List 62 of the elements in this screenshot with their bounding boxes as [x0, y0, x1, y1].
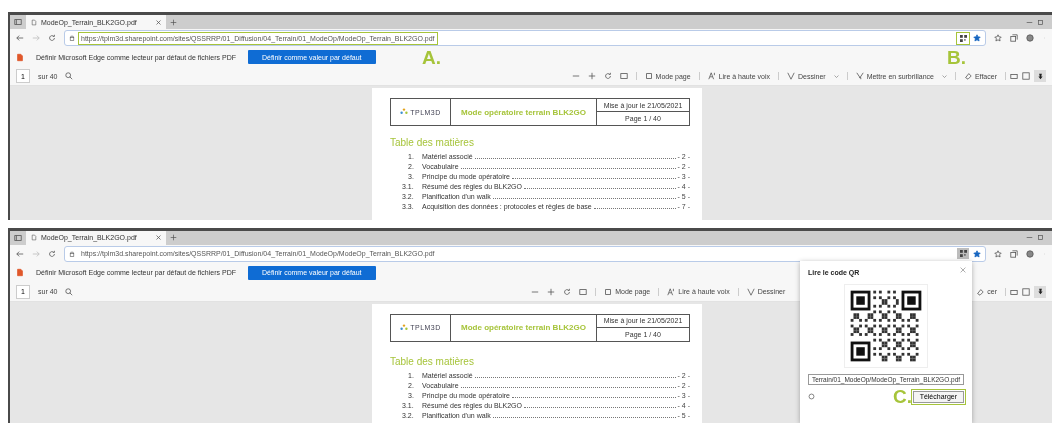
document-title: Mode opératoire terrain BLK2GO — [461, 107, 586, 117]
close-icon[interactable] — [156, 19, 161, 25]
document-title: Mode opératoire terrain BLK2GO — [461, 323, 586, 333]
favorites-icon[interactable] — [994, 249, 1002, 258]
caret-icon[interactable] — [941, 73, 947, 79]
fit-page-icon[interactable] — [619, 72, 628, 80]
profile-icon[interactable] — [1026, 249, 1034, 258]
logo-mark-icon — [400, 108, 409, 116]
eraser-icon[interactable] — [976, 287, 985, 296]
page-icon[interactable] — [31, 234, 37, 242]
annotation-label: B. — [947, 48, 966, 67]
pdf-file-icon[interactable] — [16, 52, 24, 62]
page-icon[interactable] — [31, 18, 37, 26]
tab-actions-icon[interactable] — [14, 233, 22, 242]
restore-icon[interactable] — [1037, 234, 1044, 242]
pdf-file-icon[interactable] — [16, 268, 24, 278]
qr-code-button[interactable] — [957, 32, 969, 44]
new-tab-icon[interactable] — [170, 234, 177, 242]
close-icon[interactable] — [156, 235, 161, 241]
new-tab-icon[interactable] — [170, 18, 177, 26]
lock-icon[interactable] — [69, 250, 75, 257]
page-icon[interactable] — [644, 72, 653, 80]
page-icon[interactable] — [604, 287, 613, 296]
pen-icon[interactable] — [746, 287, 755, 296]
toc-heading: Table des matières — [390, 137, 475, 148]
favorites-icon[interactable] — [994, 34, 1002, 42]
rotate-icon[interactable] — [603, 72, 612, 80]
logo-mark-icon — [400, 323, 409, 332]
zoom-in-icon[interactable] — [587, 72, 596, 80]
toc-heading: Table des matières — [390, 355, 475, 367]
profile-icon[interactable] — [1026, 34, 1034, 42]
highlighter-icon[interactable] — [855, 72, 864, 80]
qr-code-icon — [959, 250, 967, 258]
search-icon[interactable] — [65, 72, 74, 80]
qr-code-icon — [959, 34, 967, 42]
rotate-icon[interactable] — [563, 287, 572, 296]
read-aloud-icon[interactable] — [707, 72, 716, 80]
back-icon[interactable] — [16, 34, 24, 42]
annotation-label: C. — [893, 386, 912, 406]
refresh-icon[interactable] — [48, 249, 56, 258]
pen-icon[interactable] — [787, 72, 795, 80]
qr-code-button[interactable] — [957, 248, 969, 260]
back-icon[interactable] — [16, 249, 24, 258]
refresh-icon[interactable] — [48, 34, 56, 42]
read-aloud-icon[interactable] — [667, 287, 676, 296]
tab-actions-icon[interactable] — [14, 18, 22, 26]
search-icon[interactable] — [65, 287, 74, 296]
collections-icon[interactable] — [1010, 34, 1018, 42]
close-icon[interactable] — [960, 266, 966, 273]
fit-page-icon[interactable] — [579, 287, 588, 296]
star-icon[interactable] — [973, 34, 981, 42]
lock-icon[interactable] — [69, 35, 75, 41]
collections-icon[interactable] — [1010, 249, 1018, 258]
annotation-label: A. — [422, 48, 441, 67]
caret-icon[interactable] — [833, 73, 839, 79]
eraser-icon[interactable] — [963, 72, 972, 80]
restore-icon[interactable] — [1037, 18, 1044, 26]
pin-button[interactable] — [1034, 285, 1046, 298]
zoom-in-icon[interactable] — [547, 287, 556, 296]
star-icon[interactable] — [973, 249, 981, 258]
zoom-out-icon[interactable] — [571, 72, 580, 80]
settings-icon[interactable] — [808, 393, 815, 401]
